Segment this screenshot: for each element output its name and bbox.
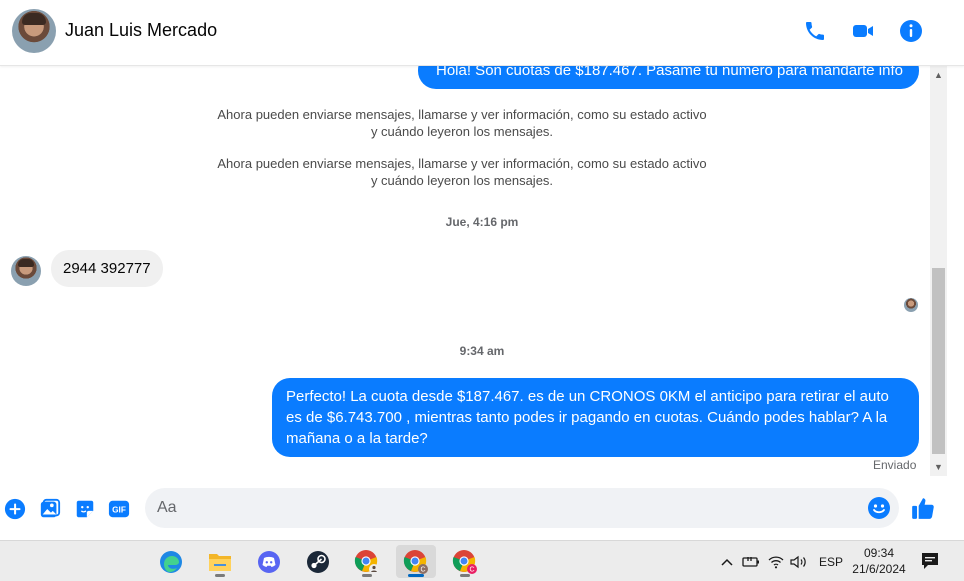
discord-icon[interactable] [249,545,289,578]
scrollbar[interactable]: ▲ ▼ [930,66,947,476]
notifications-icon[interactable] [920,551,942,573]
contact-name[interactable]: Juan Luis Mercado [65,20,217,41]
message-input-box[interactable] [145,488,899,528]
edge-icon[interactable] [151,545,191,578]
clock-date: 21/6/2024 [852,562,906,576]
steam-icon[interactable] [298,545,338,578]
clock-time: 09:34 [863,546,895,560]
svg-text:C: C [469,566,474,573]
message-input[interactable] [157,488,857,528]
volume-icon[interactable] [790,541,808,581]
battery-plug-icon[interactable] [742,541,760,581]
chrome-profile-2-icon[interactable]: C [396,545,436,578]
emoji-icon[interactable] [867,496,891,520]
info-icon[interactable] [898,18,924,44]
thumbs-up-icon[interactable] [910,495,936,521]
message-status: Enviado [873,458,917,472]
scroll-up-arrow-icon[interactable]: ▲ [930,68,947,82]
windows-taskbar: C C ESP 09:34 21/6/2024 [0,540,964,581]
message-bubble-outgoing[interactable]: Hola! Son cuotas de $187.467. Pasame tu … [418,66,919,89]
message-composer: GIF [0,476,964,540]
gif-icon[interactable]: GIF [107,497,131,521]
wifi-icon[interactable] [768,541,784,581]
chrome-profile-3-icon[interactable]: C [445,545,485,578]
svg-text:C: C [420,566,425,573]
chrome-profile-1-icon[interactable] [347,545,387,578]
chat-header: Juan Luis Mercado [0,0,964,66]
timestamp-separator: 9:34 am [459,344,505,358]
message-list[interactable]: Hola! Son cuotas de $187.467. Pasame tu … [0,66,930,476]
show-hidden-icons-chevron-icon[interactable] [720,541,734,581]
file-explorer-icon[interactable] [200,545,240,578]
contact-avatar-small[interactable] [11,256,41,286]
language-indicator[interactable]: ESP [819,541,843,581]
timestamp-separator: Jue, 4:16 pm [445,215,519,229]
system-notice: Ahora pueden enviarse mensajes, llamarse… [217,156,707,188]
video-call-icon[interactable] [850,18,876,44]
add-icon[interactable] [3,497,27,521]
svg-text:GIF: GIF [112,506,126,515]
scroll-down-arrow-icon[interactable]: ▼ [930,460,947,474]
system-clock[interactable]: 09:34 21/6/2024 [846,545,912,577]
read-receipt-avatar [904,298,918,312]
contact-avatar[interactable] [12,9,56,53]
message-bubble-incoming[interactable]: 2944 392777 [51,250,163,287]
message-bubble-outgoing[interactable]: Perfecto! La cuota desde $187.467. es de… [272,378,919,457]
phone-icon[interactable] [802,18,828,44]
system-notice: Ahora pueden enviarse mensajes, llamarse… [217,107,707,139]
gallery-icon[interactable] [38,497,62,521]
sticker-icon[interactable] [73,497,97,521]
scroll-thumb[interactable] [932,268,945,454]
